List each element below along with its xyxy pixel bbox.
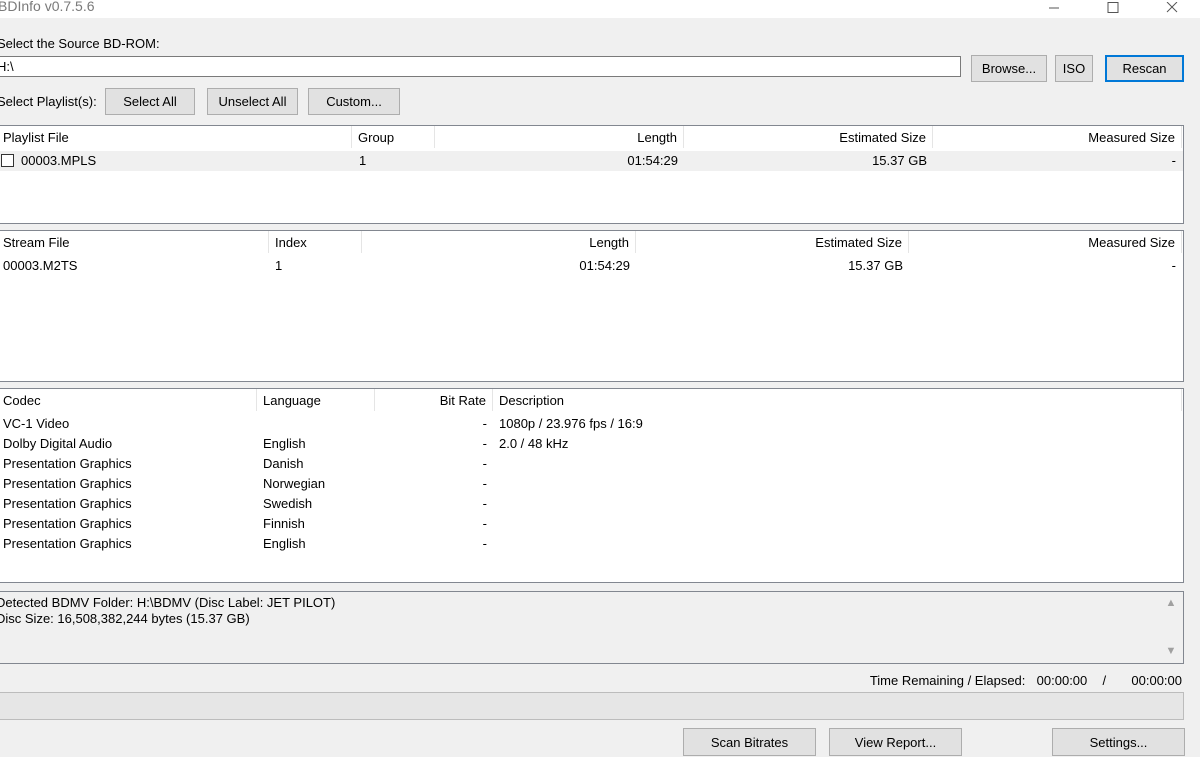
codec-language: Norwegian bbox=[263, 476, 326, 491]
time-remaining-value: 00:00:00 bbox=[1036, 673, 1088, 688]
stream-file: 00003.M2TS bbox=[3, 258, 78, 273]
progress-bar bbox=[0, 692, 1184, 720]
codec-description bbox=[493, 494, 1182, 514]
codec-language: Finnish bbox=[263, 516, 305, 531]
playlist-checkbox[interactable] bbox=[1, 154, 14, 167]
minimize-icon[interactable] bbox=[1031, 0, 1077, 16]
col-estimated-size[interactable]: Estimated Size bbox=[684, 126, 933, 148]
maximize-icon[interactable] bbox=[1090, 0, 1136, 16]
title-bar: BDInfo v0.7.5.6 bbox=[0, 0, 1200, 18]
codec-row[interactable]: VC-1 Video -1080p / 23.976 fps / 16:9 bbox=[0, 414, 1183, 434]
col-language[interactable]: Language bbox=[257, 389, 375, 411]
codec-header: Codec Language Bit Rate Description bbox=[0, 389, 1183, 411]
codec-row[interactable]: Presentation Graphics Norwegian - bbox=[0, 474, 1183, 494]
col-playlist-file[interactable]: Playlist File bbox=[0, 126, 352, 148]
col-stream-estimated-size[interactable]: Estimated Size bbox=[636, 231, 909, 253]
codec-description bbox=[493, 454, 1182, 474]
playlist-header: Playlist File Group Length Estimated Siz… bbox=[0, 126, 1183, 148]
log-line: Detected BDMV Folder: H:\BDMV (Disc Labe… bbox=[0, 595, 336, 610]
codec-bitrate: - bbox=[482, 516, 487, 531]
playlist-group: 1 bbox=[359, 153, 367, 168]
stream-header: Stream File Index Length Estimated Size … bbox=[0, 231, 1183, 253]
codec-bitrate: - bbox=[482, 436, 487, 451]
rescan-button[interactable]: Rescan bbox=[1105, 55, 1184, 82]
codec-codec: Presentation Graphics bbox=[3, 496, 132, 511]
codec-description: 1080p / 23.976 fps / 16:9 bbox=[499, 416, 643, 431]
codec-language: English bbox=[263, 436, 306, 451]
playlist-row[interactable]: 00003.MPLS 1 01:54:29 15.37 GB - bbox=[0, 151, 1183, 171]
custom-button[interactable]: Custom... bbox=[308, 88, 400, 115]
codec-codec: Presentation Graphics bbox=[3, 536, 132, 551]
codec-language: Swedish bbox=[263, 496, 313, 511]
time-remaining-label: Time Remaining / Elapsed: bbox=[869, 673, 1026, 688]
stream-estimated-size: 15.37 GB bbox=[848, 258, 903, 273]
view-report-button[interactable]: View Report... bbox=[829, 728, 962, 756]
playlist-list[interactable]: Playlist File Group Length Estimated Siz… bbox=[0, 125, 1184, 224]
stream-length: 01:54:29 bbox=[579, 258, 630, 273]
codec-description: 2.0 / 48 kHz bbox=[499, 436, 569, 451]
browse-button[interactable]: Browse... bbox=[971, 55, 1047, 82]
codec-codec: Presentation Graphics bbox=[3, 456, 132, 471]
codec-row[interactable]: Presentation Graphics Finnish - bbox=[0, 514, 1183, 534]
col-group[interactable]: Group bbox=[352, 126, 435, 148]
codec-codec: VC-1 Video bbox=[3, 416, 70, 431]
codec-bitrate: - bbox=[482, 496, 487, 511]
codec-row[interactable]: Dolby Digital Audio English -2.0 / 48 kHz bbox=[0, 434, 1183, 454]
playlist-file: 00003.MPLS bbox=[21, 153, 97, 168]
codec-codec: Presentation Graphics bbox=[3, 516, 132, 531]
codec-list[interactable]: Codec Language Bit Rate Description VC-1… bbox=[0, 388, 1184, 583]
stream-list[interactable]: Stream File Index Length Estimated Size … bbox=[0, 230, 1184, 382]
unselect-all-button[interactable]: Unselect All bbox=[207, 88, 298, 115]
scroll-down-icon[interactable]: ▼ bbox=[1165, 645, 1177, 657]
codec-bitrate: - bbox=[482, 456, 487, 471]
codec-bitrate: - bbox=[482, 536, 487, 551]
source-label: Select the Source BD-ROM: bbox=[0, 36, 160, 51]
playlist-label: Select Playlist(s): bbox=[0, 94, 97, 109]
window-title: BDInfo v0.7.5.6 bbox=[0, 0, 95, 14]
settings-button[interactable]: Settings... bbox=[1052, 728, 1185, 756]
col-codec[interactable]: Codec bbox=[0, 389, 257, 411]
col-index[interactable]: Index bbox=[269, 231, 362, 253]
codec-row[interactable]: Presentation Graphics English - bbox=[0, 534, 1183, 554]
time-elapsed-value: 00:00:00 bbox=[1131, 673, 1182, 688]
close-icon[interactable] bbox=[1149, 0, 1195, 16]
stream-row[interactable]: 00003.M2TS 1 01:54:29 15.37 GB - bbox=[0, 256, 1183, 276]
log-line: Disc Size: 16,508,382,244 bytes (15.37 G… bbox=[0, 611, 250, 626]
playlist-measured-size: - bbox=[1171, 153, 1176, 168]
codec-description bbox=[493, 514, 1182, 534]
codec-row[interactable]: Presentation Graphics Danish - bbox=[0, 454, 1183, 474]
playlist-length: 01:54:29 bbox=[627, 153, 678, 168]
col-description[interactable]: Description bbox=[493, 389, 1182, 411]
codec-bitrate: - bbox=[482, 476, 487, 491]
col-length[interactable]: Length bbox=[435, 126, 684, 148]
stream-measured-size: - bbox=[1171, 258, 1176, 273]
scan-bitrates-button[interactable]: Scan Bitrates bbox=[683, 728, 816, 756]
iso-button[interactable]: ISO bbox=[1055, 55, 1093, 82]
col-bitrate[interactable]: Bit Rate bbox=[375, 389, 493, 411]
select-all-button[interactable]: Select All bbox=[105, 88, 195, 115]
time-separator: / bbox=[1102, 673, 1107, 688]
col-measured-size[interactable]: Measured Size bbox=[933, 126, 1182, 148]
scroll-up-icon[interactable]: ▲ bbox=[1165, 597, 1177, 609]
codec-bitrate: - bbox=[482, 416, 487, 431]
col-stream-length[interactable]: Length bbox=[362, 231, 636, 253]
codec-language: English bbox=[263, 536, 306, 551]
log-panel[interactable]: Detected BDMV Folder: H:\BDMV (Disc Labe… bbox=[0, 591, 1184, 664]
col-stream-file[interactable]: Stream File bbox=[0, 231, 269, 253]
codec-language bbox=[257, 414, 375, 434]
codec-codec: Presentation Graphics bbox=[3, 476, 132, 491]
codec-row[interactable]: Presentation Graphics Swedish - bbox=[0, 494, 1183, 514]
codec-language: Danish bbox=[263, 456, 304, 471]
source-path-input[interactable] bbox=[0, 56, 961, 77]
time-status: Time Remaining / Elapsed: 00:00:00 / 00:… bbox=[870, 673, 1182, 688]
playlist-estimated-size: 15.37 GB bbox=[872, 153, 927, 168]
col-stream-measured-size[interactable]: Measured Size bbox=[909, 231, 1182, 253]
stream-index: 1 bbox=[275, 258, 283, 273]
codec-description bbox=[493, 534, 1182, 554]
codec-description bbox=[493, 474, 1182, 494]
codec-codec: Dolby Digital Audio bbox=[3, 436, 113, 451]
